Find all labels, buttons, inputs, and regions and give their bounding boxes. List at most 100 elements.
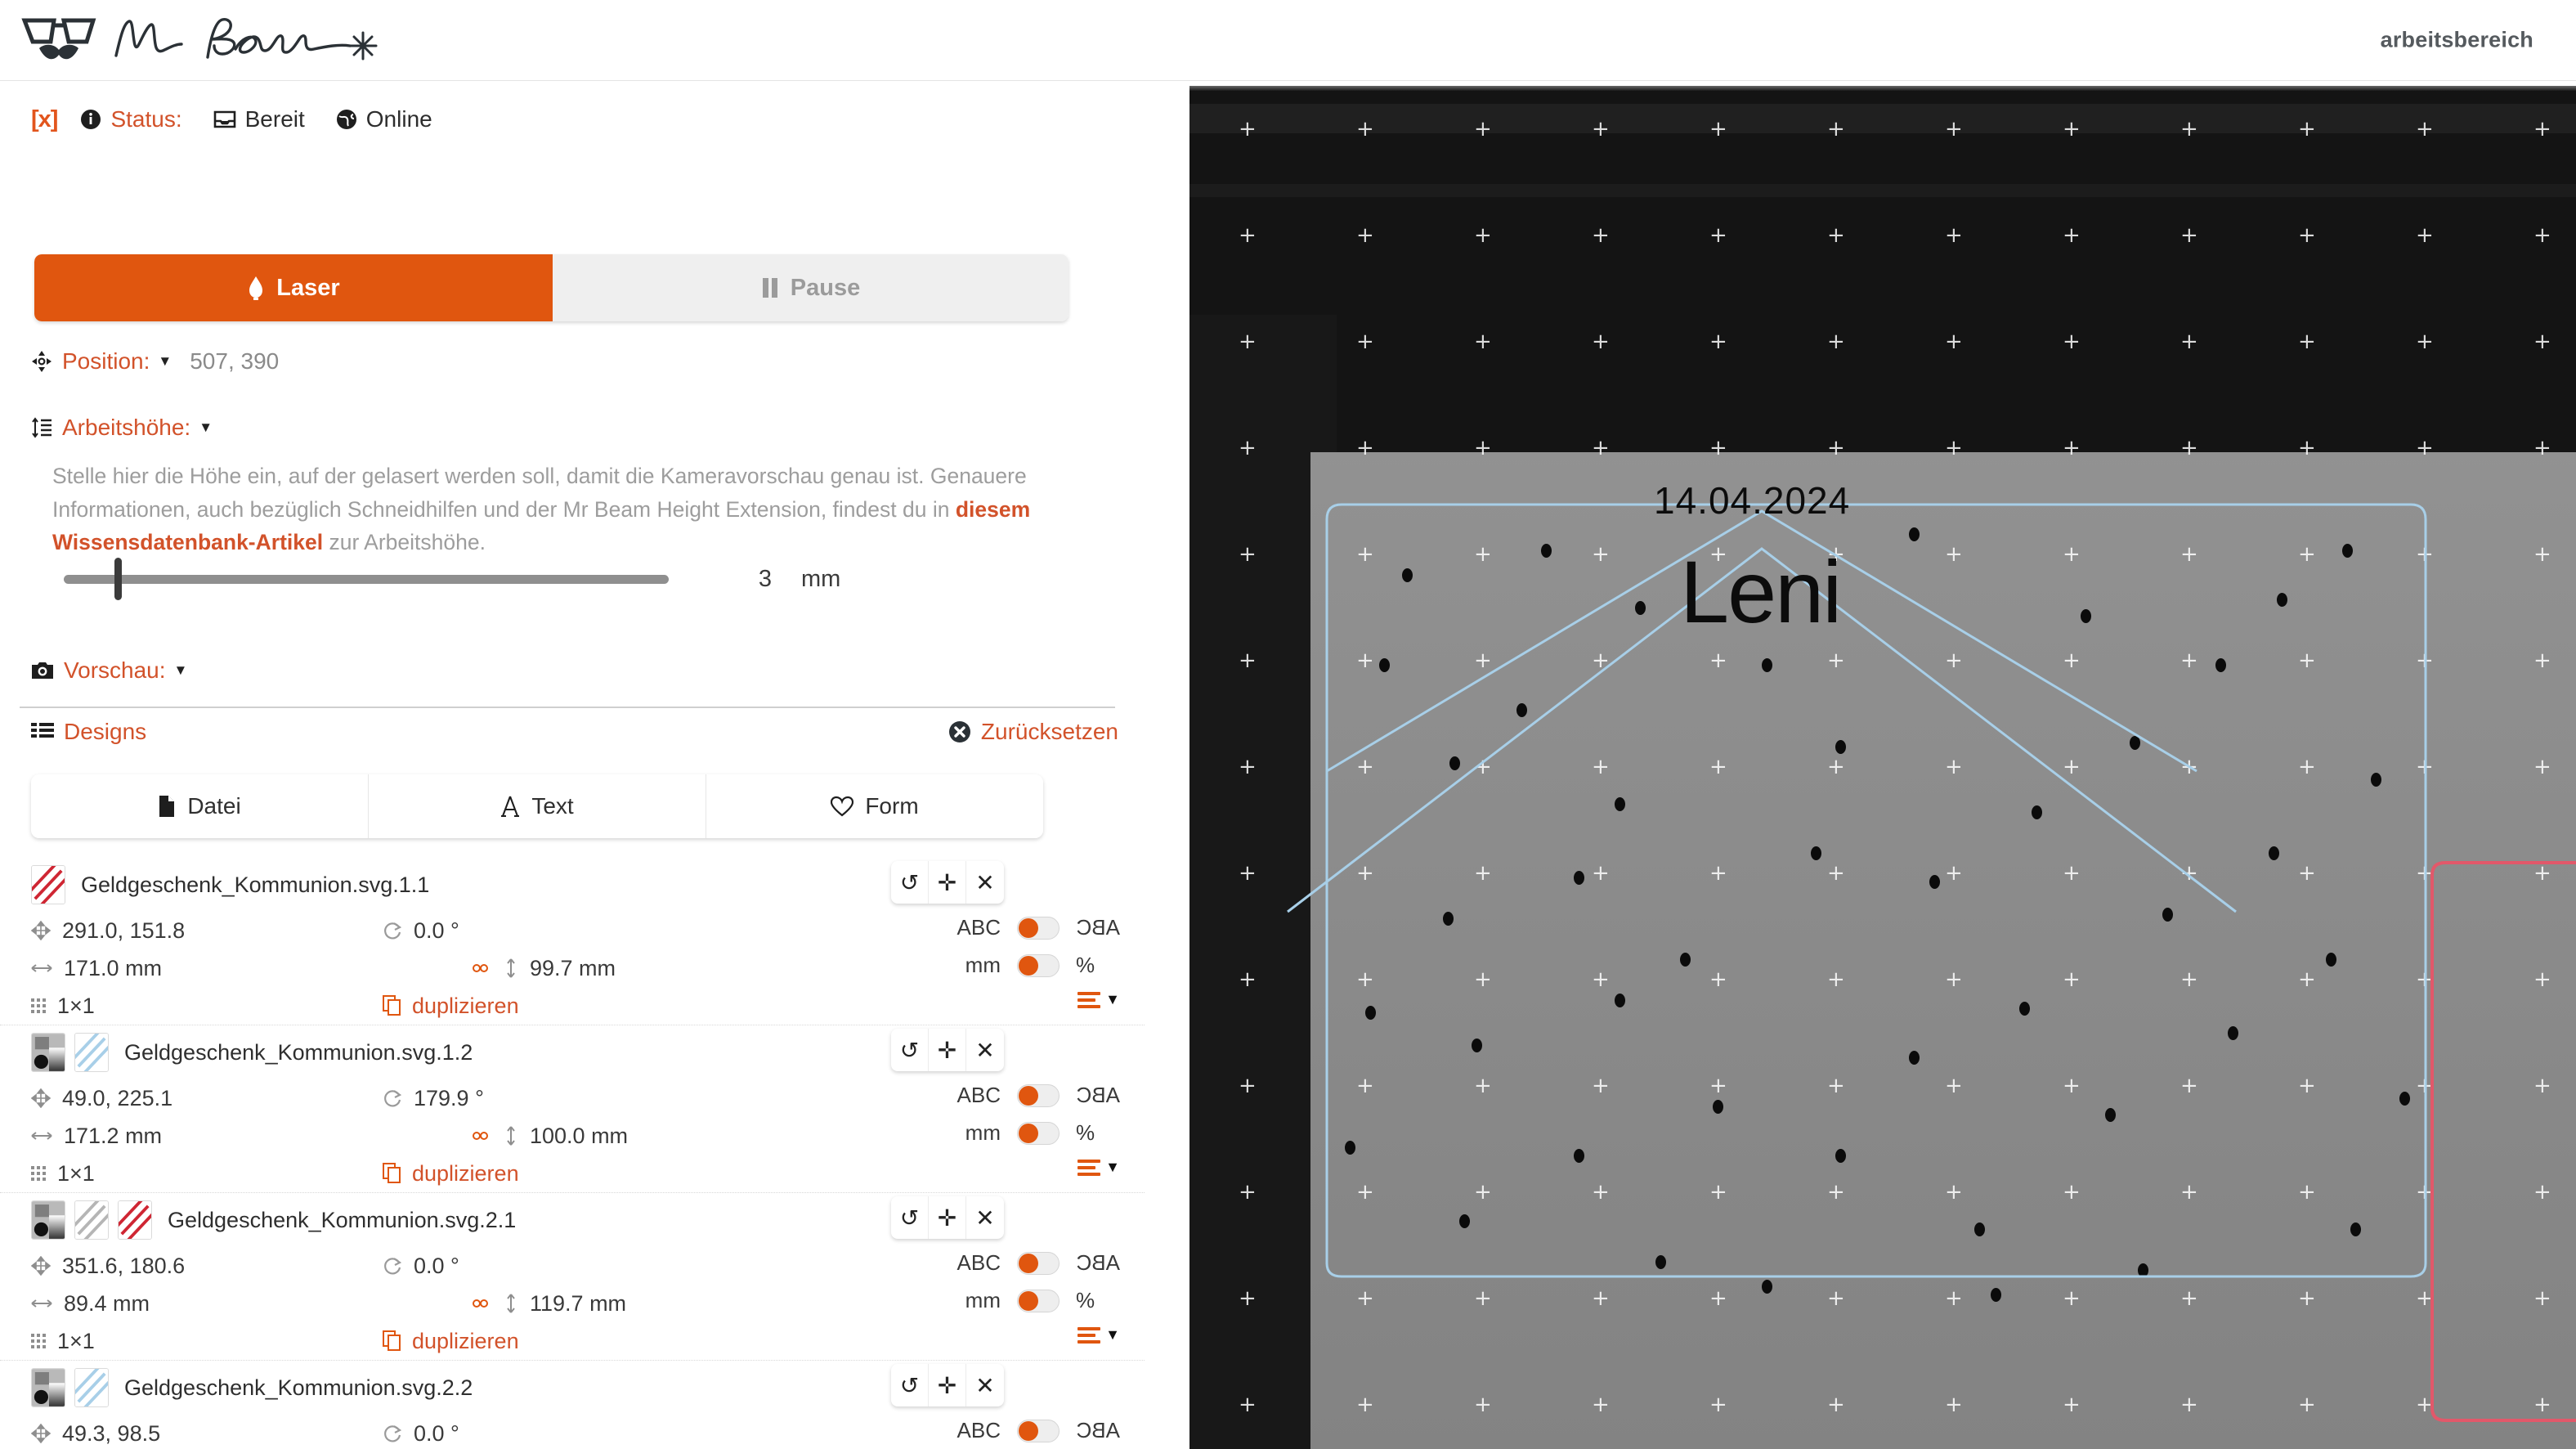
working-height-value: 3 — [758, 566, 772, 592]
chevron-down-icon[interactable]: ▼ — [158, 353, 172, 370]
position-row[interactable]: Position: ▼ 507, 390 — [31, 348, 279, 375]
toggle-label-right: ABC — [1076, 915, 1120, 940]
camera-preview-working-area[interactable]: + + + + + + + + + + + + + + + + + + + + + + + + + + + + + + + + + + + + + + + +… — [1189, 86, 2576, 1449]
move-icon[interactable]: ✛ — [929, 1364, 966, 1406]
row-menu-button[interactable]: ▼ — [1077, 1159, 1120, 1176]
design-grid-row: 1×1 duplizieren ▼ — [31, 1322, 1120, 1360]
delete-icon[interactable]: ✕ — [966, 1364, 1004, 1406]
rotate-reset-icon[interactable]: ↺ — [891, 861, 929, 904]
design-grid[interactable]: 1×1 — [31, 994, 383, 1019]
rotate-reset-icon[interactable]: ↺ — [891, 1364, 929, 1406]
toggle-label-right: % — [1076, 1120, 1095, 1145]
duplicate-button[interactable]: duplizieren — [383, 994, 693, 1019]
file-icon — [159, 796, 175, 817]
design-row[interactable]: Geldgeschenk_Kommunion.svg.2.1 ↺ ✛ ✕ 351… — [0, 1193, 1145, 1361]
design-row[interactable]: Geldgeschenk_Kommunion.svg.1.1 ↺ ✛ ✕ 291… — [0, 858, 1145, 1025]
design-width[interactable]: 171.2 mm — [31, 1124, 383, 1149]
laser-button[interactable]: Laser — [34, 254, 553, 321]
text-direction-toggle[interactable] — [1017, 1083, 1060, 1107]
rotate-icon — [384, 1425, 402, 1442]
toggle-label-left: ABC — [956, 1418, 1001, 1442]
reset-button[interactable]: Zurücksetzen — [948, 719, 1118, 745]
unit-toggle[interactable] — [1017, 953, 1060, 977]
design-width-value: 89.4 mm — [64, 1290, 150, 1316]
design-width[interactable]: 89.4 mm — [31, 1291, 383, 1317]
chevron-down-icon: ▼ — [1105, 1159, 1120, 1175]
working-height-slider[interactable] — [64, 558, 669, 600]
flame-icon — [249, 276, 263, 300]
design-grid[interactable]: 1×1 — [31, 1161, 383, 1187]
chevron-down-icon[interactable]: ▼ — [199, 419, 213, 436]
design-position[interactable]: 291.0, 151.8 — [31, 918, 383, 944]
design-rotation-value: 0.0 ° — [414, 917, 459, 943]
slider-thumb[interactable] — [114, 558, 122, 600]
design-height[interactable]: 119.7 mm — [383, 1291, 693, 1317]
position-value: 507, 390 — [190, 348, 280, 374]
duplicate-icon — [383, 995, 401, 1016]
text-direction-toggle-group: ABC ABC — [956, 1083, 1120, 1108]
preview-label: Vorschau: — [64, 657, 166, 683]
move-icon[interactable]: ✛ — [929, 1029, 966, 1071]
design-actions: ↺ ✛ ✕ — [891, 861, 1004, 904]
close-button[interactable]: [x] — [31, 106, 58, 133]
move-icon[interactable]: ✛ — [929, 1196, 966, 1239]
tab-text[interactable]: Text — [369, 774, 706, 838]
text-direction-toggle[interactable] — [1017, 1419, 1060, 1442]
design-actions: ↺ ✛ ✕ — [891, 1364, 1004, 1406]
delete-icon[interactable]: ✕ — [966, 861, 1004, 904]
text-direction-toggle[interactable] — [1017, 916, 1060, 940]
brand-logo[interactable] — [21, 13, 389, 67]
rotate-icon — [384, 1258, 402, 1275]
mr-beam-app: arbeitsbereich [x] Status: Bereit Online — [0, 0, 2576, 1449]
delete-icon[interactable]: ✕ — [966, 1029, 1004, 1071]
row-menu-button[interactable]: ▼ — [1077, 1326, 1120, 1344]
row-menu-button[interactable]: ▼ — [1077, 991, 1120, 1008]
toggle-label-left: ABC — [956, 915, 1001, 940]
duplicate-icon — [383, 1163, 401, 1183]
height-arrow-icon — [507, 958, 515, 978]
pause-button[interactable]: Pause — [553, 254, 1068, 321]
duplicate-button[interactable]: duplizieren — [383, 1161, 693, 1187]
design-actions: ↺ ✛ ✕ — [891, 1196, 1004, 1239]
design-position[interactable]: 49.0, 225.1 — [31, 1086, 383, 1111]
help-line-1: Stelle hier die Höhe ein, auf der gelase… — [52, 464, 925, 488]
toggle-label-right: % — [1076, 953, 1095, 977]
design-row[interactable]: Geldgeschenk_Kommunion.svg.2.2 ↺ ✛ ✕ 49.… — [0, 1361, 1145, 1449]
tab-datei[interactable]: Datei — [31, 774, 369, 838]
toggle-label-left: ABC — [956, 1250, 1001, 1275]
design-rotation[interactable]: 0.0 ° — [383, 1254, 693, 1279]
hamburger-icon — [1077, 1159, 1101, 1176]
design-grid[interactable]: 1×1 — [31, 1329, 383, 1354]
connection-status: Online — [365, 106, 432, 132]
rotate-icon — [384, 922, 402, 940]
design-position-value: 291.0, 151.8 — [62, 917, 186, 943]
red-lines-thumbnail-icon — [31, 865, 65, 904]
working-height-row[interactable]: Arbeitshöhe: ▼ — [31, 415, 213, 441]
rotate-reset-icon[interactable]: ↺ — [891, 1029, 929, 1071]
design-rotation[interactable]: 0.0 ° — [383, 1421, 693, 1447]
chevron-down-icon[interactable]: ▼ — [174, 662, 188, 679]
tab-form[interactable]: Form — [706, 774, 1043, 838]
unit-toggle[interactable] — [1017, 1121, 1060, 1145]
move-icon[interactable]: ✛ — [929, 861, 966, 904]
toggle-label-right: ABC — [1076, 1083, 1120, 1107]
chain-link-icon — [472, 1132, 489, 1140]
duplicate-button[interactable]: duplizieren — [383, 1329, 693, 1354]
preview-row[interactable]: Vorschau: ▼ — [31, 657, 187, 684]
rotate-reset-icon[interactable]: ↺ — [891, 1196, 929, 1239]
design-position[interactable]: 351.6, 180.6 — [31, 1254, 383, 1279]
design-row[interactable]: Geldgeschenk_Kommunion.svg.1.2 ↺ ✛ ✕ 49.… — [0, 1025, 1145, 1193]
design-height[interactable]: 99.7 mm — [383, 956, 693, 981]
design-width[interactable]: 171.0 mm — [31, 956, 383, 981]
design-height[interactable]: 100.0 mm — [383, 1124, 693, 1149]
unit-toggle[interactable] — [1017, 1289, 1060, 1312]
delete-icon[interactable]: ✕ — [966, 1196, 1004, 1239]
mr-beam-wordmark-icon — [114, 18, 378, 61]
design-outline-overlay — [1287, 503, 2576, 1422]
design-grid-row: 1×1 duplizieren ▼ — [31, 1155, 1120, 1192]
design-rotation[interactable]: 179.9 ° — [383, 1086, 693, 1111]
design-rotation[interactable]: 0.0 ° — [383, 918, 693, 944]
toggle-label-right: % — [1076, 1288, 1095, 1312]
design-position[interactable]: 49.3, 98.5 — [31, 1421, 383, 1447]
text-direction-toggle[interactable] — [1017, 1251, 1060, 1275]
